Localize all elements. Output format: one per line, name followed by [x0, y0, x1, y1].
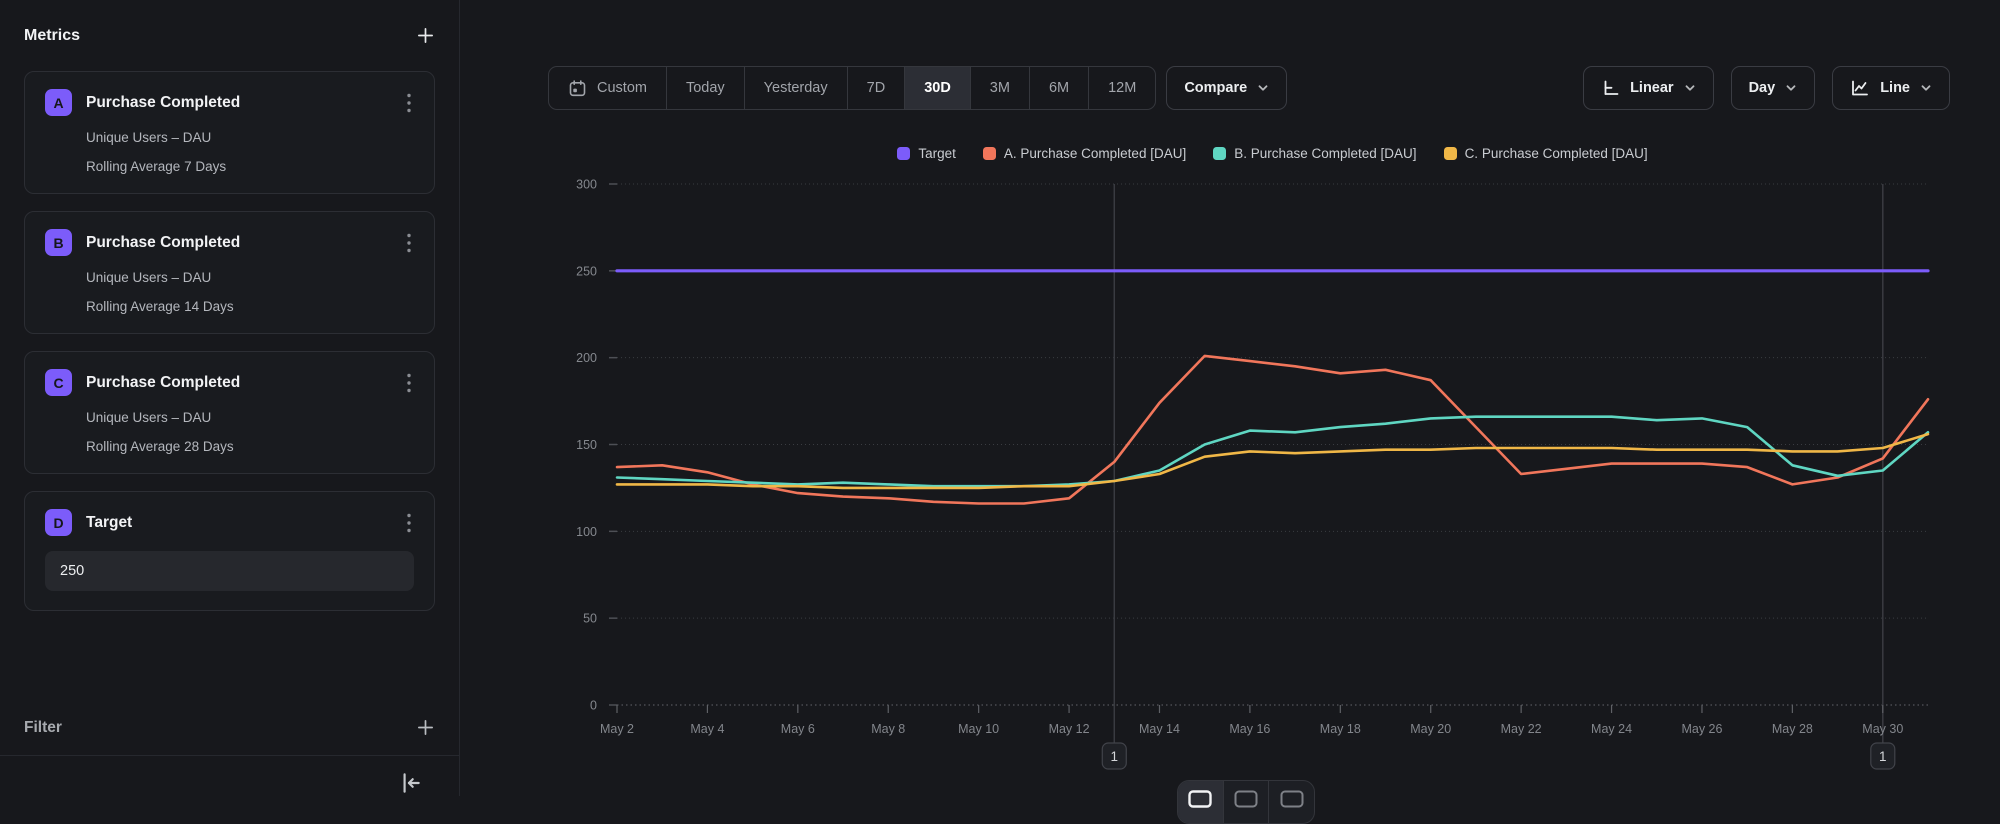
kebab-icon — [406, 92, 412, 114]
collapse-row — [24, 756, 435, 796]
metric-card-d-target[interactable]: D Target 250 — [24, 491, 435, 611]
series-c-purchase-completed-dau-[interactable] — [617, 434, 1928, 488]
metrics-line-chart[interactable]: 0 50 100 150 200 250 300 May 2 May 4 May 6 May 8 Ma… — [461, 0, 2000, 796]
view-option-2-button[interactable] — [1224, 781, 1270, 823]
metric-card-c-head: C Purchase Completed — [45, 369, 414, 396]
collapse-left-icon — [397, 770, 423, 796]
collapse-sidebar-button[interactable] — [397, 770, 423, 796]
metric-menu-button-d[interactable] — [404, 510, 414, 536]
metric-transform-a: Rolling Average 7 Days — [86, 159, 414, 174]
metric-transform-c: Rolling Average 28 Days — [86, 439, 414, 454]
metrics-header: Metrics — [24, 26, 435, 45]
x-axis-label: May 12 — [1049, 722, 1090, 736]
filter-section: Filter — [24, 718, 435, 755]
x-axis-label: May 30 — [1862, 722, 1903, 736]
metric-card-a[interactable]: A Purchase Completed Unique Users – DAU … — [24, 71, 435, 194]
sidebar-footer: Filter — [24, 718, 435, 796]
y-axis-label: 250 — [576, 264, 597, 278]
plus-icon — [416, 26, 435, 45]
metric-title-c: Purchase Completed — [86, 374, 390, 392]
metric-card-c[interactable]: C Purchase Completed Unique Users – DAU … — [24, 351, 435, 474]
metric-measure-c: Unique Users – DAU — [86, 410, 414, 425]
metric-measure-a: Unique Users – DAU — [86, 130, 414, 145]
series-a-purchase-completed-dau-[interactable] — [617, 356, 1928, 504]
target-value-input[interactable]: 250 — [45, 551, 414, 591]
metric-title-b: Purchase Completed — [86, 234, 390, 252]
metric-card-a-head: A Purchase Completed — [45, 89, 414, 116]
y-axis-label: 150 — [576, 438, 597, 452]
x-axis-label: May 22 — [1501, 722, 1542, 736]
x-axis-label: May 8 — [871, 722, 905, 736]
metric-title-d: Target — [86, 514, 390, 532]
x-axis-label: May 6 — [781, 722, 815, 736]
metric-menu-button-b[interactable] — [404, 230, 414, 256]
y-axis-label: 50 — [583, 612, 597, 626]
x-axis-label: May 4 — [690, 722, 724, 736]
metric-card-b-head: B Purchase Completed — [45, 229, 414, 256]
x-axis-label: May 26 — [1681, 722, 1722, 736]
kebab-icon — [406, 232, 412, 254]
metric-badge-a: A — [45, 89, 72, 116]
view-option-3-button[interactable] — [1269, 781, 1314, 823]
panel-icon — [1280, 790, 1304, 808]
metrics-sidebar: Metrics A Purchase Completed Unique User… — [0, 0, 460, 796]
metric-card-b[interactable]: B Purchase Completed Unique Users – DAU … — [24, 211, 435, 334]
x-axis-label: May 18 — [1320, 722, 1361, 736]
plus-icon — [416, 718, 435, 737]
x-axis-label: May 14 — [1139, 722, 1180, 736]
chart-panel: Custom Today Yesterday 7D 30D 3M 6M 12M … — [461, 0, 2000, 796]
metric-title-a: Purchase Completed — [86, 94, 390, 112]
annotation-badge-label: 1 — [1879, 749, 1887, 764]
y-axis-label: 300 — [576, 178, 597, 192]
metric-menu-button-c[interactable] — [404, 370, 414, 396]
add-metric-button[interactable] — [416, 26, 435, 45]
add-filter-button[interactable] — [416, 718, 435, 737]
panel-icon — [1234, 790, 1258, 808]
panel-icon — [1188, 790, 1212, 808]
filter-title: Filter — [24, 719, 62, 737]
metric-transform-b: Rolling Average 14 Days — [86, 299, 414, 314]
x-axis-label: May 28 — [1772, 722, 1813, 736]
x-axis-label: May 10 — [958, 722, 999, 736]
metric-badge-d: D — [45, 509, 72, 536]
x-axis-label: May 16 — [1229, 722, 1270, 736]
kebab-icon — [406, 512, 412, 534]
view-option-1-button[interactable] — [1178, 781, 1224, 823]
bottom-view-switcher — [1177, 780, 1315, 824]
x-axis-label: May 20 — [1410, 722, 1451, 736]
metrics-title: Metrics — [24, 27, 80, 45]
y-axis-label: 0 — [590, 699, 597, 713]
x-axis-label: May 2 — [600, 722, 634, 736]
x-axis-label: May 24 — [1591, 722, 1632, 736]
y-axis-label: 100 — [576, 525, 597, 539]
metric-badge-c: C — [45, 369, 72, 396]
kebab-icon — [406, 372, 412, 394]
metric-menu-button-a[interactable] — [404, 90, 414, 116]
metric-measure-b: Unique Users – DAU — [86, 270, 414, 285]
y-axis-label: 200 — [576, 351, 597, 365]
metric-card-d-head: D Target — [45, 509, 414, 536]
annotation-badge-label: 1 — [1111, 749, 1119, 764]
metric-badge-b: B — [45, 229, 72, 256]
